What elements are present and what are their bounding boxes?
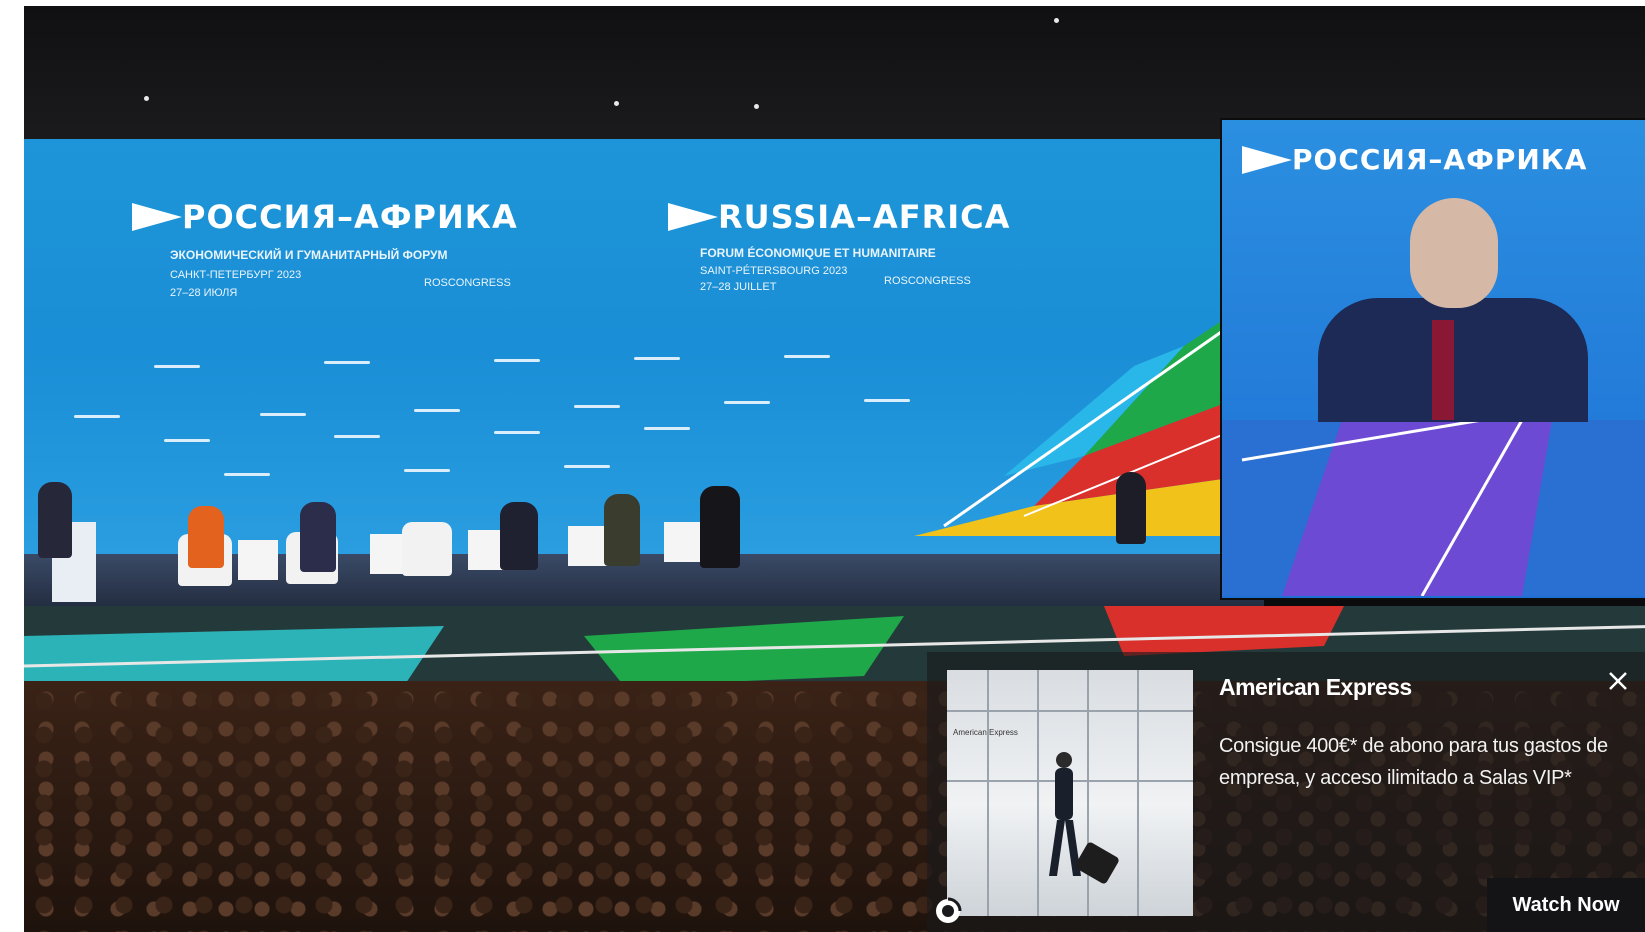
light-dash xyxy=(404,469,450,472)
panelist-figure xyxy=(300,502,336,572)
light-dash xyxy=(334,435,380,438)
window-frame xyxy=(947,710,1193,712)
light-dash xyxy=(634,357,680,360)
standing-figure xyxy=(1116,472,1146,544)
logo-text-en: RUSSIA–AFRICA xyxy=(718,198,1011,236)
ad-body-text: Consigue 400€* de abono para tus gastos … xyxy=(1219,735,1608,789)
watch-now-button[interactable]: Watch Now xyxy=(1487,878,1645,932)
armchair xyxy=(402,522,452,576)
flag-shape xyxy=(668,203,718,231)
video-screen: РОССИЯ–АФРИКА xyxy=(1220,118,1645,600)
screen-logo-text: РОССИЯ–АФРИКА xyxy=(1292,143,1588,176)
screen-logo: РОССИЯ–АФРИКА xyxy=(1242,146,1587,174)
light-dash xyxy=(574,405,620,408)
backdrop-sub-en-1: FORUM ÉCONOMIQUE ET HUMANITAIRE xyxy=(700,246,936,260)
light-dash xyxy=(224,473,270,476)
side-table xyxy=(568,526,608,566)
speaker-figure xyxy=(38,482,72,558)
flag-shape xyxy=(132,203,182,231)
ceiling-light xyxy=(754,104,759,109)
backdrop-sub-en-3: 27–28 JUILLET xyxy=(700,281,777,293)
window-frame xyxy=(1137,670,1139,916)
backdrop-sub-en-2: SAINT-PÉTERSBOURG 2023 xyxy=(700,265,848,277)
side-table xyxy=(664,522,704,562)
adchoices-icon[interactable] xyxy=(927,890,969,932)
close-icon[interactable] xyxy=(1605,670,1631,696)
backdrop-sub-ru-1: ЭКОНОМИЧЕСКИЙ И ГУМАНИТАРНЫЙ ФОРУМ xyxy=(170,248,448,262)
light-dash xyxy=(494,359,540,362)
light-dash xyxy=(260,413,306,416)
thumb-caption: American Express xyxy=(953,728,1018,737)
speaker-tie xyxy=(1432,320,1454,420)
backdrop-sub-ru-2: САНКТ-ПЕТЕРБУРГ 2023 xyxy=(170,269,302,281)
light-dash xyxy=(414,409,460,412)
backdrop-org-en: ROSCONGRESS xyxy=(884,275,971,287)
ceiling-light xyxy=(1054,18,1059,23)
light-dash xyxy=(724,401,770,404)
ceiling-light xyxy=(614,101,619,106)
window-frame xyxy=(1037,670,1039,916)
light-dash xyxy=(784,355,830,358)
window-frame xyxy=(987,670,989,916)
panelist-figure xyxy=(188,506,224,568)
backdrop-color-stripes xyxy=(914,306,1244,536)
ad-brand-name[interactable]: American Express xyxy=(1219,674,1412,701)
light-dash xyxy=(74,415,120,418)
panelist-figure xyxy=(700,486,740,568)
panelist-figure xyxy=(604,494,640,566)
light-dash xyxy=(644,427,690,430)
suitcase-shape xyxy=(1075,842,1119,884)
flag-shape xyxy=(1242,146,1292,174)
light-dash xyxy=(564,465,610,468)
panelist-figure xyxy=(500,502,538,570)
ceiling-light xyxy=(144,96,149,101)
backdrop-org-ru: ROSCONGRESS xyxy=(424,277,511,289)
light-dash xyxy=(154,365,200,368)
logo-text-ru: РОССИЯ–АФРИКА xyxy=(182,198,518,236)
backdrop-logo-en: RUSSIA–AFRICA xyxy=(668,198,1011,236)
speaker-face xyxy=(1410,198,1498,308)
screen-stripes xyxy=(1222,420,1645,596)
ad-thumbnail[interactable]: American Express xyxy=(947,670,1193,916)
light-dash xyxy=(164,439,210,442)
backdrop-logo-ru: РОССИЯ–АФРИКА xyxy=(132,198,518,236)
backdrop-sub-ru-3: 27–28 ИЮЛЯ xyxy=(170,287,238,299)
side-table xyxy=(238,540,278,580)
light-dash xyxy=(324,361,370,364)
light-dash xyxy=(494,431,540,434)
video-ad-overlay[interactable]: American Express American Express Consig… xyxy=(927,652,1645,932)
